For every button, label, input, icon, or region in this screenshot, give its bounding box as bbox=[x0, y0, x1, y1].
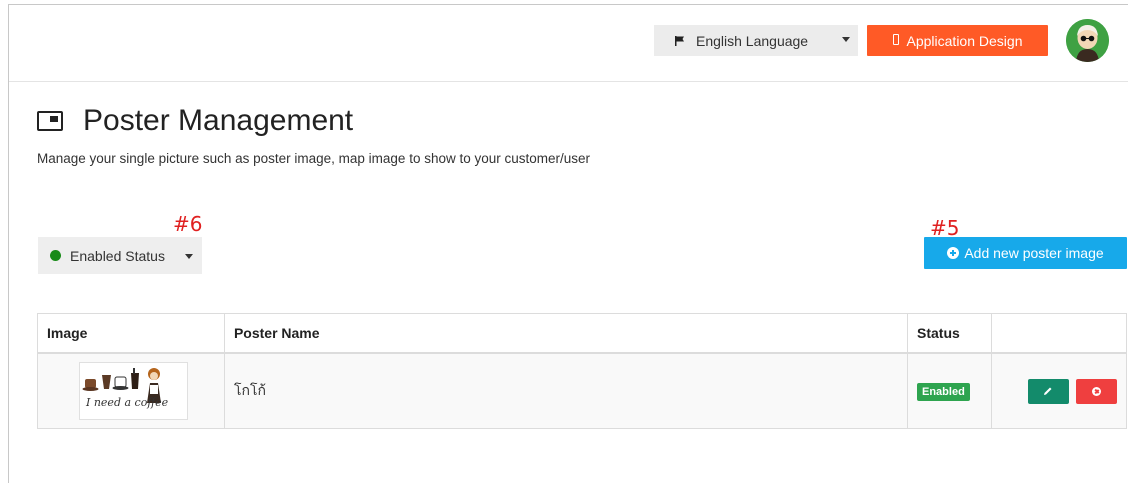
page-header: Poster Management bbox=[37, 104, 353, 138]
language-label: English Language bbox=[696, 32, 809, 49]
application-design-button[interactable]: Application Design bbox=[867, 25, 1048, 56]
page-title: Poster Management bbox=[83, 104, 354, 137]
table-row: I need a coffee โกโก้ Enabled bbox=[37, 352, 1128, 429]
poster-table: Image Poster Name Status I need a coffee… bbox=[37, 313, 1128, 429]
edit-button[interactable] bbox=[1027, 378, 1069, 404]
column-header-image: Image bbox=[37, 313, 225, 354]
page-description: Manage your single picture such as poste… bbox=[37, 151, 591, 166]
poster-name: โกโก้ bbox=[233, 382, 266, 398]
cell-image: I need a coffee bbox=[37, 352, 225, 429]
poster-icon bbox=[37, 111, 63, 131]
poster-thumbnail-caption: I need a coffee bbox=[86, 396, 169, 409]
status-filter-label: Enabled Status bbox=[70, 247, 165, 264]
mobile-icon bbox=[892, 34, 899, 45]
row-actions bbox=[1001, 378, 1117, 404]
column-header-status: Status bbox=[907, 313, 992, 354]
flag-icon bbox=[675, 35, 684, 46]
cell-status: Enabled bbox=[907, 352, 992, 429]
language-select[interactable]: English Language bbox=[654, 25, 858, 56]
delete-button[interactable] bbox=[1075, 378, 1117, 404]
application-design-label: Application Design bbox=[906, 32, 1023, 49]
close-circle-icon bbox=[1091, 386, 1101, 396]
cell-actions bbox=[990, 352, 1128, 429]
annotation-6: #6 bbox=[173, 212, 203, 236]
cell-poster-name: โกโก้ bbox=[223, 352, 909, 429]
user-avatar-icon[interactable] bbox=[1066, 19, 1109, 62]
add-poster-button[interactable]: Add new poster image bbox=[924, 237, 1127, 269]
coffee-illustration-icon bbox=[82, 368, 161, 403]
column-header-poster-name: Poster Name bbox=[223, 313, 909, 354]
chevron-down-icon bbox=[185, 254, 193, 259]
avatar-illustration bbox=[1066, 19, 1109, 62]
chevron-down-icon bbox=[842, 37, 850, 42]
pencil-icon bbox=[1044, 387, 1052, 395]
column-header-actions bbox=[990, 313, 1128, 354]
status-dot-icon bbox=[50, 250, 61, 261]
add-poster-label: Add new poster image bbox=[964, 245, 1104, 261]
status-filter-dropdown[interactable]: Enabled Status bbox=[38, 237, 202, 274]
table-header-row: Image Poster Name Status bbox=[37, 313, 1128, 354]
plus-circle-icon bbox=[947, 247, 960, 259]
poster-thumbnail[interactable]: I need a coffee bbox=[79, 362, 188, 420]
status-badge: Enabled bbox=[917, 382, 970, 401]
